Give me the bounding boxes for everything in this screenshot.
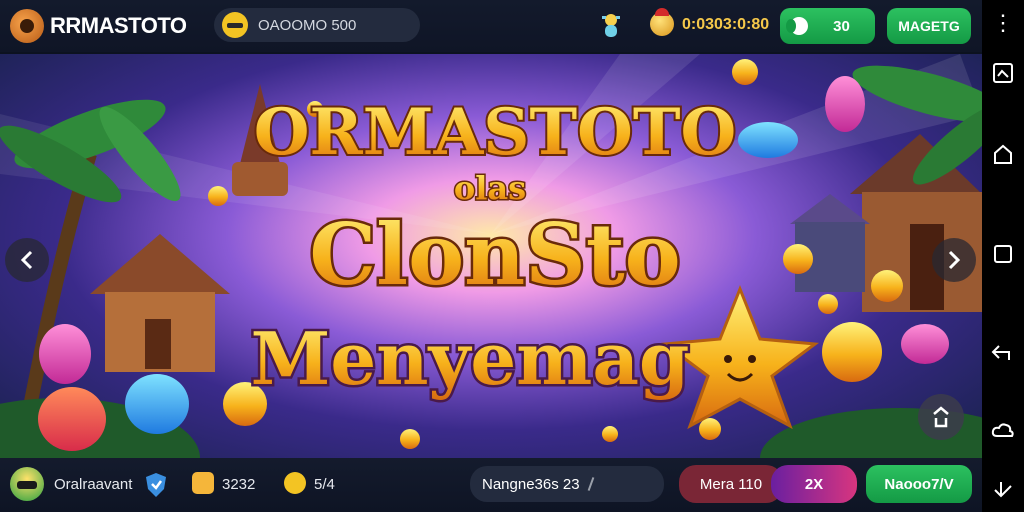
search-text: OAOOMO 500: [258, 16, 357, 34]
stat-2: 5/4: [314, 476, 335, 493]
banner-title-4: Menyemag: [251, 316, 690, 401]
logo-icon: [10, 9, 44, 43]
cta-button[interactable]: Naooo7/V: [866, 465, 972, 503]
banner-title-3: ClonSto: [309, 205, 680, 304]
cursor-mark: [587, 477, 594, 491]
cloud-icon[interactable]: [982, 420, 1024, 440]
username: Oralraavant: [54, 476, 133, 493]
balance-amount: 0:0303:0:80: [682, 16, 770, 33]
brand-logo[interactable]: RRMASTOTO: [10, 9, 187, 43]
search-bar[interactable]: OAOOMO 500: [214, 8, 420, 42]
back-icon[interactable]: [982, 342, 1024, 364]
stat-1: 3232: [222, 476, 256, 493]
home-icon[interactable]: [982, 143, 1024, 165]
top-bar: RRMASTOTO OAOOMO 500 0:0303:0:80 30 MAGE…: [0, 0, 982, 52]
deposit-label: 30: [833, 17, 850, 35]
share-icon[interactable]: [918, 394, 964, 440]
system-nav-bar: ⋮: [982, 0, 1024, 512]
chevron-right-icon[interactable]: [932, 238, 976, 282]
mera-button[interactable]: Mera 110: [679, 465, 783, 503]
coin-icon: [650, 8, 674, 36]
screenshot-icon[interactable]: [982, 62, 1024, 84]
logo-text: RRMASTOTO: [50, 13, 187, 38]
coin-icon: [192, 472, 214, 494]
hero-banner[interactable]: ORMASTOTO olas ClonSto Menyemag: [0, 54, 982, 458]
banner-title-1: ORMASTOTO: [254, 95, 736, 170]
multiplier-button[interactable]: 2X: [771, 465, 857, 503]
hand-icon[interactable]: [982, 478, 1024, 500]
register-button[interactable]: MAGETG: [887, 8, 971, 44]
bug-icon[interactable]: [600, 12, 622, 40]
smile-icon: [222, 12, 248, 38]
chevron-left-icon[interactable]: [5, 238, 49, 282]
square-icon[interactable]: [982, 243, 1024, 265]
nav-text: Nangne36s 23: [482, 475, 580, 493]
shield-icon: [146, 473, 166, 497]
smile-icon: [284, 472, 306, 494]
multiplier-label: 2X: [804, 475, 824, 493]
banner-artwork: ORMASTOTO olas ClonSto Menyemag: [0, 54, 982, 458]
toggle-icon: [786, 17, 808, 35]
bottom-bar: Oralraavant 3232 5/4 Nangne36s 23 Mera 1…: [0, 458, 982, 512]
banner-title-2: olas: [454, 169, 526, 207]
menu-icon[interactable]: ⋮: [982, 10, 1024, 36]
deposit-button[interactable]: 30: [780, 8, 875, 44]
helmet-icon[interactable]: [10, 467, 44, 501]
nav-field[interactable]: Nangne36s 23: [470, 466, 664, 502]
